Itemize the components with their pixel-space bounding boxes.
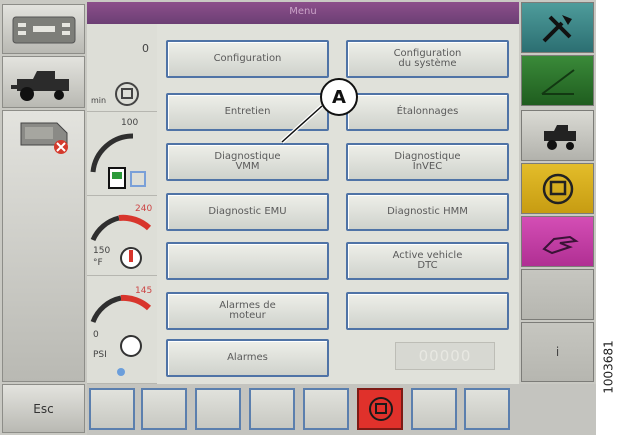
- info-button[interactable]: i: [521, 322, 594, 382]
- coolant-gauge-panel: 240 150 °F: [87, 196, 157, 276]
- system-configuration-button[interactable]: Configuration du système: [346, 40, 509, 78]
- engine-alarms-button[interactable]: Alarmes de moteur: [166, 292, 329, 330]
- tools-icon: [542, 15, 572, 43]
- info-label: i: [555, 345, 560, 359]
- diagnostic-hmm-button[interactable]: Diagnostic HMM: [346, 193, 509, 231]
- figure-reference-number: 1003681: [602, 340, 617, 394]
- diagnostic-emu-button[interactable]: Diagnostic EMU: [166, 193, 329, 231]
- combine-button[interactable]: [521, 110, 594, 161]
- indicator-dot: [117, 368, 125, 376]
- oil-pressure-icon: [120, 335, 142, 357]
- empty-side-button[interactable]: [521, 269, 594, 320]
- slope-icon: [541, 69, 575, 95]
- fuel-gauge-arc: [90, 133, 134, 173]
- def-tank-icon: [130, 171, 146, 187]
- active-vehicle-dtc-button[interactable]: Active vehicle DTC: [346, 242, 509, 280]
- empty-menu-button-2[interactable]: [346, 292, 509, 330]
- page-title: Menu: [289, 6, 317, 17]
- tools-button[interactable]: [521, 2, 594, 53]
- combine-icon: [544, 125, 576, 150]
- callout-a: A: [320, 78, 358, 116]
- hand-icon: [542, 235, 579, 255]
- engine-hours-unit: min: [91, 96, 107, 105]
- function-key-4[interactable]: [249, 388, 295, 430]
- fuel-gauge: [90, 133, 146, 189]
- diagnostics-invec-button[interactable]: Diagnostique InVEC: [346, 143, 509, 181]
- coolant-gauge: [90, 214, 152, 269]
- function-key-5[interactable]: [303, 388, 349, 430]
- alarms-button[interactable]: Alarmes: [166, 339, 329, 377]
- empty-menu-button[interactable]: [166, 242, 329, 280]
- engine-button[interactable]: [521, 163, 594, 214]
- radio-toggle-icon: [12, 16, 76, 44]
- function-key-8[interactable]: [464, 388, 510, 430]
- engine-alert-icon: [369, 397, 393, 421]
- hand-button[interactable]: [521, 216, 594, 267]
- header-fault-icon: [20, 122, 68, 154]
- function-key-1[interactable]: [89, 388, 135, 430]
- oil-pressure-gauge: [90, 294, 152, 376]
- figure-reference: 1003681: [600, 302, 618, 432]
- counter-display: 00000: [395, 342, 495, 370]
- slope-button[interactable]: [521, 55, 594, 106]
- function-key-2[interactable]: [141, 388, 187, 430]
- diagnostics-vmm-button[interactable]: Diagnostique VMM: [166, 143, 329, 181]
- function-key-7[interactable]: [411, 388, 457, 430]
- fuel-gauge-panel: 100: [87, 112, 157, 196]
- calibrations-button[interactable]: Étalonnages: [346, 93, 509, 131]
- combine-view-button[interactable]: [2, 56, 85, 108]
- engine-hours-panel: 0 min: [87, 24, 157, 112]
- radio-toggle-button[interactable]: [2, 4, 85, 54]
- esc-button[interactable]: Esc: [2, 384, 85, 433]
- engine-alert-button[interactable]: [357, 388, 403, 430]
- header-fault-button[interactable]: [2, 110, 85, 382]
- combine-harvester-icon: [11, 71, 69, 101]
- oil-pressure-panel: 145 0 PSI: [87, 276, 157, 384]
- title-bar: Menu: [87, 2, 519, 24]
- function-key-3[interactable]: [195, 388, 241, 430]
- esc-label: Esc: [33, 401, 54, 416]
- engine-hours-value: 0: [142, 42, 149, 55]
- configuration-button[interactable]: Configuration: [166, 40, 329, 78]
- engine-icon: [542, 173, 574, 205]
- engine-icon: [115, 82, 139, 106]
- display-screen: Esc Menu 0 min 100 240 150 °F 145 0 PSI …: [0, 0, 596, 435]
